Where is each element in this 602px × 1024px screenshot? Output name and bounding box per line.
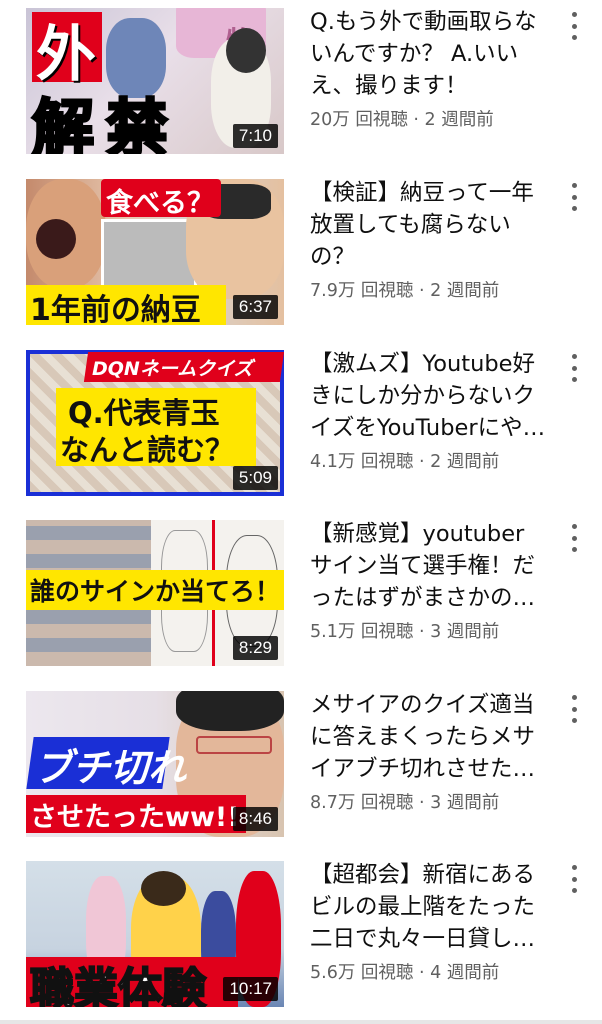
thumb-text: ブチ切れ	[34, 746, 187, 790]
more-vert-icon[interactable]	[564, 695, 584, 723]
video-stats: 5.1万 回視聴 · 3 週間前	[310, 622, 500, 642]
video-thumbnail[interactable]: 物 外 解 禁 7:10	[26, 8, 284, 154]
video-meta: 【激ムズ】Youtube好きにしか分からないクイズをYouTuberにやらせてみ…	[310, 348, 546, 473]
duration-badge: 8:29	[232, 636, 278, 660]
video-title[interactable]: メサイアのクイズ適当に答えまくったらメサイアブチ切れさせたったwww	[310, 689, 546, 785]
video-stats: 8.7万 回視聴 · 3 週間前	[310, 793, 500, 813]
video-title[interactable]: 【超都会】新宿にあるビルの最上階をたった二日で丸々一日貸し切ってみた	[310, 859, 546, 955]
video-item[interactable]: 食べる？ 1年前の納豆 6:37 【検証】納豆って一年放置しても腐らないの？ 7…	[0, 171, 602, 341]
more-vert-icon[interactable]	[564, 354, 584, 382]
thumb-text: なんと読む？	[60, 433, 235, 467]
thumb-text: 職業体験	[29, 963, 207, 1007]
thumb-text: 誰のサインか当てろ！	[30, 577, 281, 606]
thumb-text: 禁	[104, 91, 169, 155]
more-vert-icon[interactable]	[564, 524, 584, 552]
video-stats: 5.6万 回視聴 · 4 週間前	[310, 963, 500, 983]
video-meta: 【超都会】新宿にあるビルの最上階をたった二日で丸々一日貸し切ってみた 5.6万 …	[310, 859, 546, 984]
video-thumbnail[interactable]: 食べる？ 1年前の納豆 6:37	[26, 179, 284, 325]
video-title[interactable]: 【激ムズ】Youtube好きにしか分からないクイズをYouTuberにやらせてみ…	[310, 348, 546, 444]
video-item[interactable]: 物 外 解 禁 7:10 Q.もう外で動画取らないんですか？ A.いいえ、撮りま…	[0, 0, 602, 170]
video-stats: 4.1万 回視聴 · 2 週間前	[310, 452, 500, 472]
video-title[interactable]: Q.もう外で動画取らないんですか？ A.いいえ、撮ります！	[310, 6, 546, 102]
video-title[interactable]: 【検証】納豆って一年放置しても腐らないの？	[310, 177, 546, 273]
duration-badge: 7:10	[232, 124, 278, 148]
video-stats: 20万 回視聴 · 2 週間前	[310, 110, 494, 130]
video-item[interactable]: 職業体験 10:17 【超都会】新宿にあるビルの最上階をたった二日で丸々一日貸し…	[0, 853, 602, 1023]
video-list: 物 外 解 禁 7:10 Q.もう外で動画取らないんですか？ A.いいえ、撮りま…	[0, 0, 602, 1024]
duration-badge: 10:17	[223, 977, 278, 1001]
video-thumbnail[interactable]: ブチ切れ させたったww!! 8:46	[26, 691, 284, 837]
video-thumbnail[interactable]: 職業体験 10:17	[26, 861, 284, 1007]
video-meta: 【新感覚】youtuberサイン当て選手権！だったはずがまさかの展開に 5.1万…	[310, 518, 546, 643]
video-item[interactable]: 誰のサインか当てろ！ 8:29 【新感覚】youtuberサイン当て選手権！だっ…	[0, 512, 602, 682]
thumb-text: 食べる？	[106, 188, 214, 219]
bottom-divider	[0, 1020, 602, 1024]
duration-badge: 6:37	[232, 295, 278, 319]
video-meta: メサイアのクイズ適当に答えまくったらメサイアブチ切れさせたったwww 8.7万 …	[310, 689, 546, 814]
video-item[interactable]: DQNネームクイズ Q.代表青玉 なんと読む？ 5:09 【激ムズ】Youtub…	[0, 342, 602, 512]
more-vert-icon[interactable]	[564, 865, 584, 893]
thumb-text: DQNネームクイズ	[92, 358, 253, 380]
video-meta: Q.もう外で動画取らないんですか？ A.いいえ、撮ります！ 20万 回視聴 · …	[310, 6, 546, 131]
thumb-text: 解	[30, 91, 95, 155]
more-vert-icon[interactable]	[564, 12, 584, 40]
more-vert-icon[interactable]	[564, 183, 584, 211]
thumb-text: Q.代表青玉	[68, 396, 220, 430]
video-thumbnail[interactable]: 誰のサインか当てろ！ 8:29	[26, 520, 284, 666]
video-meta: 【検証】納豆って一年放置しても腐らないの？ 7.9万 回視聴 · 2 週間前	[310, 177, 546, 302]
video-title[interactable]: 【新感覚】youtuberサイン当て選手権！だったはずがまさかの展開に	[310, 518, 546, 614]
video-item[interactable]: ブチ切れ させたったww!! 8:46 メサイアのクイズ適当に答えまくったらメサ…	[0, 683, 602, 853]
thumb-text: させたったww!!	[30, 802, 240, 833]
thumb-text: 1年前の納豆	[30, 293, 201, 325]
video-thumbnail[interactable]: DQNネームクイズ Q.代表青玉 なんと読む？ 5:09	[26, 350, 284, 496]
duration-badge: 5:09	[232, 466, 278, 490]
duration-badge: 8:46	[232, 807, 278, 831]
video-stats: 7.9万 回視聴 · 2 週間前	[310, 281, 500, 301]
